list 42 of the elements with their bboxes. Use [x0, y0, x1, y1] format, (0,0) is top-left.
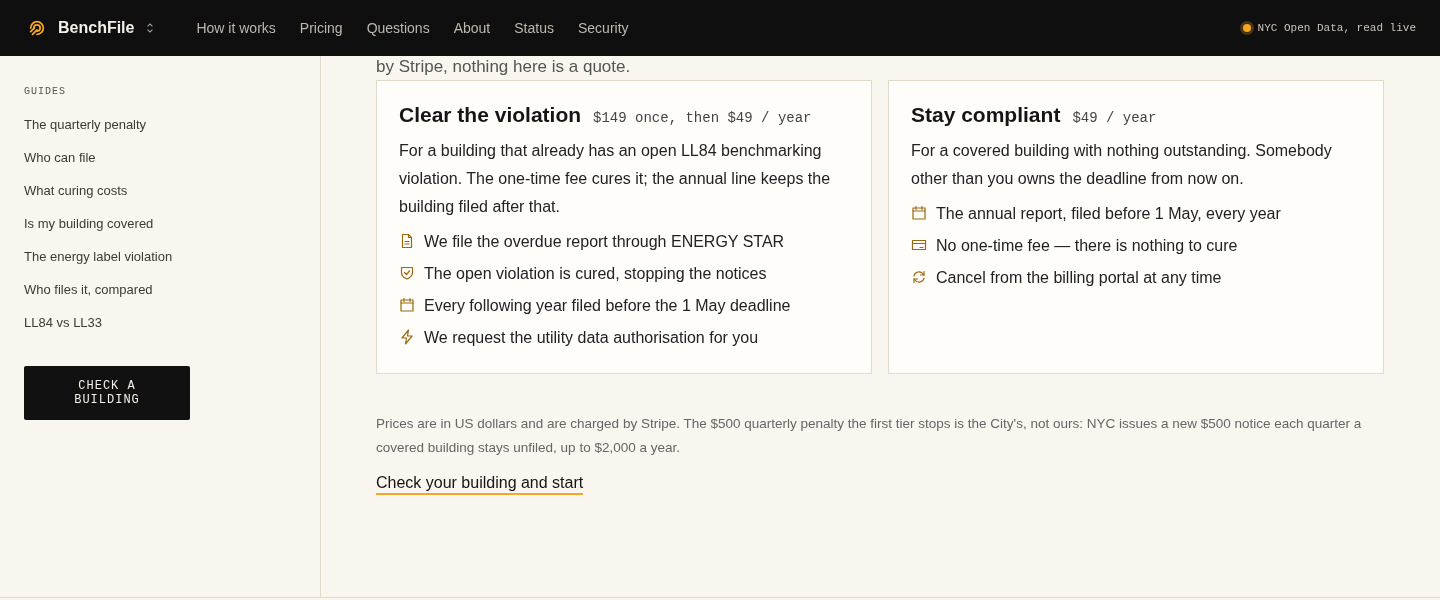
feature-text: Every following year filed before the 1 May deadline [424, 296, 791, 316]
plan-price: $49 / year [1072, 110, 1157, 126]
sidebar-link[interactable]: The energy label violation [24, 249, 173, 265]
feature-text: The open violation is cured, stopping the notices [424, 264, 767, 284]
sidebar-link[interactable]: What curing costs [24, 183, 128, 199]
nav-link[interactable]: About [453, 20, 491, 36]
start-link[interactable]: Check your building and start [376, 474, 584, 495]
sidebar-link[interactable]: Who files it, compared [24, 282, 153, 298]
check-building-button[interactable]: CHECK A BUILDING [24, 366, 190, 420]
chevron-updown-icon[interactable] [146, 22, 155, 34]
card-icon [911, 237, 927, 253]
pricing-note: Prices are in US dollars and are charged by Stripe. The $500 quarterly penalty the first tier stops is the City's, not ours: NYC issues a new $500 notice each quarter a covered building stays unfiled, up to $2,000 a year. [376, 415, 1363, 457]
nav-link[interactable]: How it works [196, 20, 276, 36]
plan-description: For a covered building with nothing outstanding. Somebody other than you owns the deadline from now on. [911, 141, 1333, 189]
sidebar-link[interactable]: Who can file [24, 150, 96, 166]
feature-text: No one-time fee — there is nothing to cure [936, 236, 1238, 256]
refresh-icon [911, 269, 927, 285]
sidebar-link[interactable]: The quarterly penalty [24, 117, 147, 133]
nav-link[interactable]: Questions [366, 20, 430, 36]
calendar-icon [399, 297, 415, 313]
feature-text: Cancel from the billing portal at any time [936, 268, 1222, 288]
feature-text: The annual report, filed before 1 May, every year [936, 204, 1281, 224]
nav-link[interactable]: Security [577, 20, 629, 36]
sidebar-link[interactable]: LL84 vs LL33 [24, 315, 103, 331]
feature-text: We request the utility data authorisation for you [424, 328, 759, 348]
shield-check-icon [399, 265, 415, 281]
document-icon [399, 233, 415, 249]
plan-price: $149 once, then $49 / year [593, 110, 812, 126]
intro-text: by Stripe, nothing here is a quote. [376, 56, 632, 78]
nav-link[interactable]: Pricing [299, 20, 343, 36]
plan-title: Stay compliant [911, 103, 1061, 127]
plan-title: Clear the violation [399, 103, 582, 127]
sidebar-link[interactable]: Is my building covered [24, 216, 154, 232]
logo-icon [28, 19, 46, 37]
section-heading: GUIDES [24, 86, 66, 97]
brand-name[interactable]: BenchFile [58, 19, 135, 37]
lightning-icon [399, 329, 415, 345]
status-text: NYC Open Data, read live [1257, 22, 1416, 34]
plan-description: For a building that already has an open LL84 benchmarking violation. The one-time fee cures it; the annual line keeps the building filed after that. [399, 141, 832, 217]
feature-text: We file the overdue report through ENERGY STAR [424, 232, 785, 252]
calendar-icon [911, 205, 927, 221]
nav-link[interactable]: Status [514, 20, 554, 36]
